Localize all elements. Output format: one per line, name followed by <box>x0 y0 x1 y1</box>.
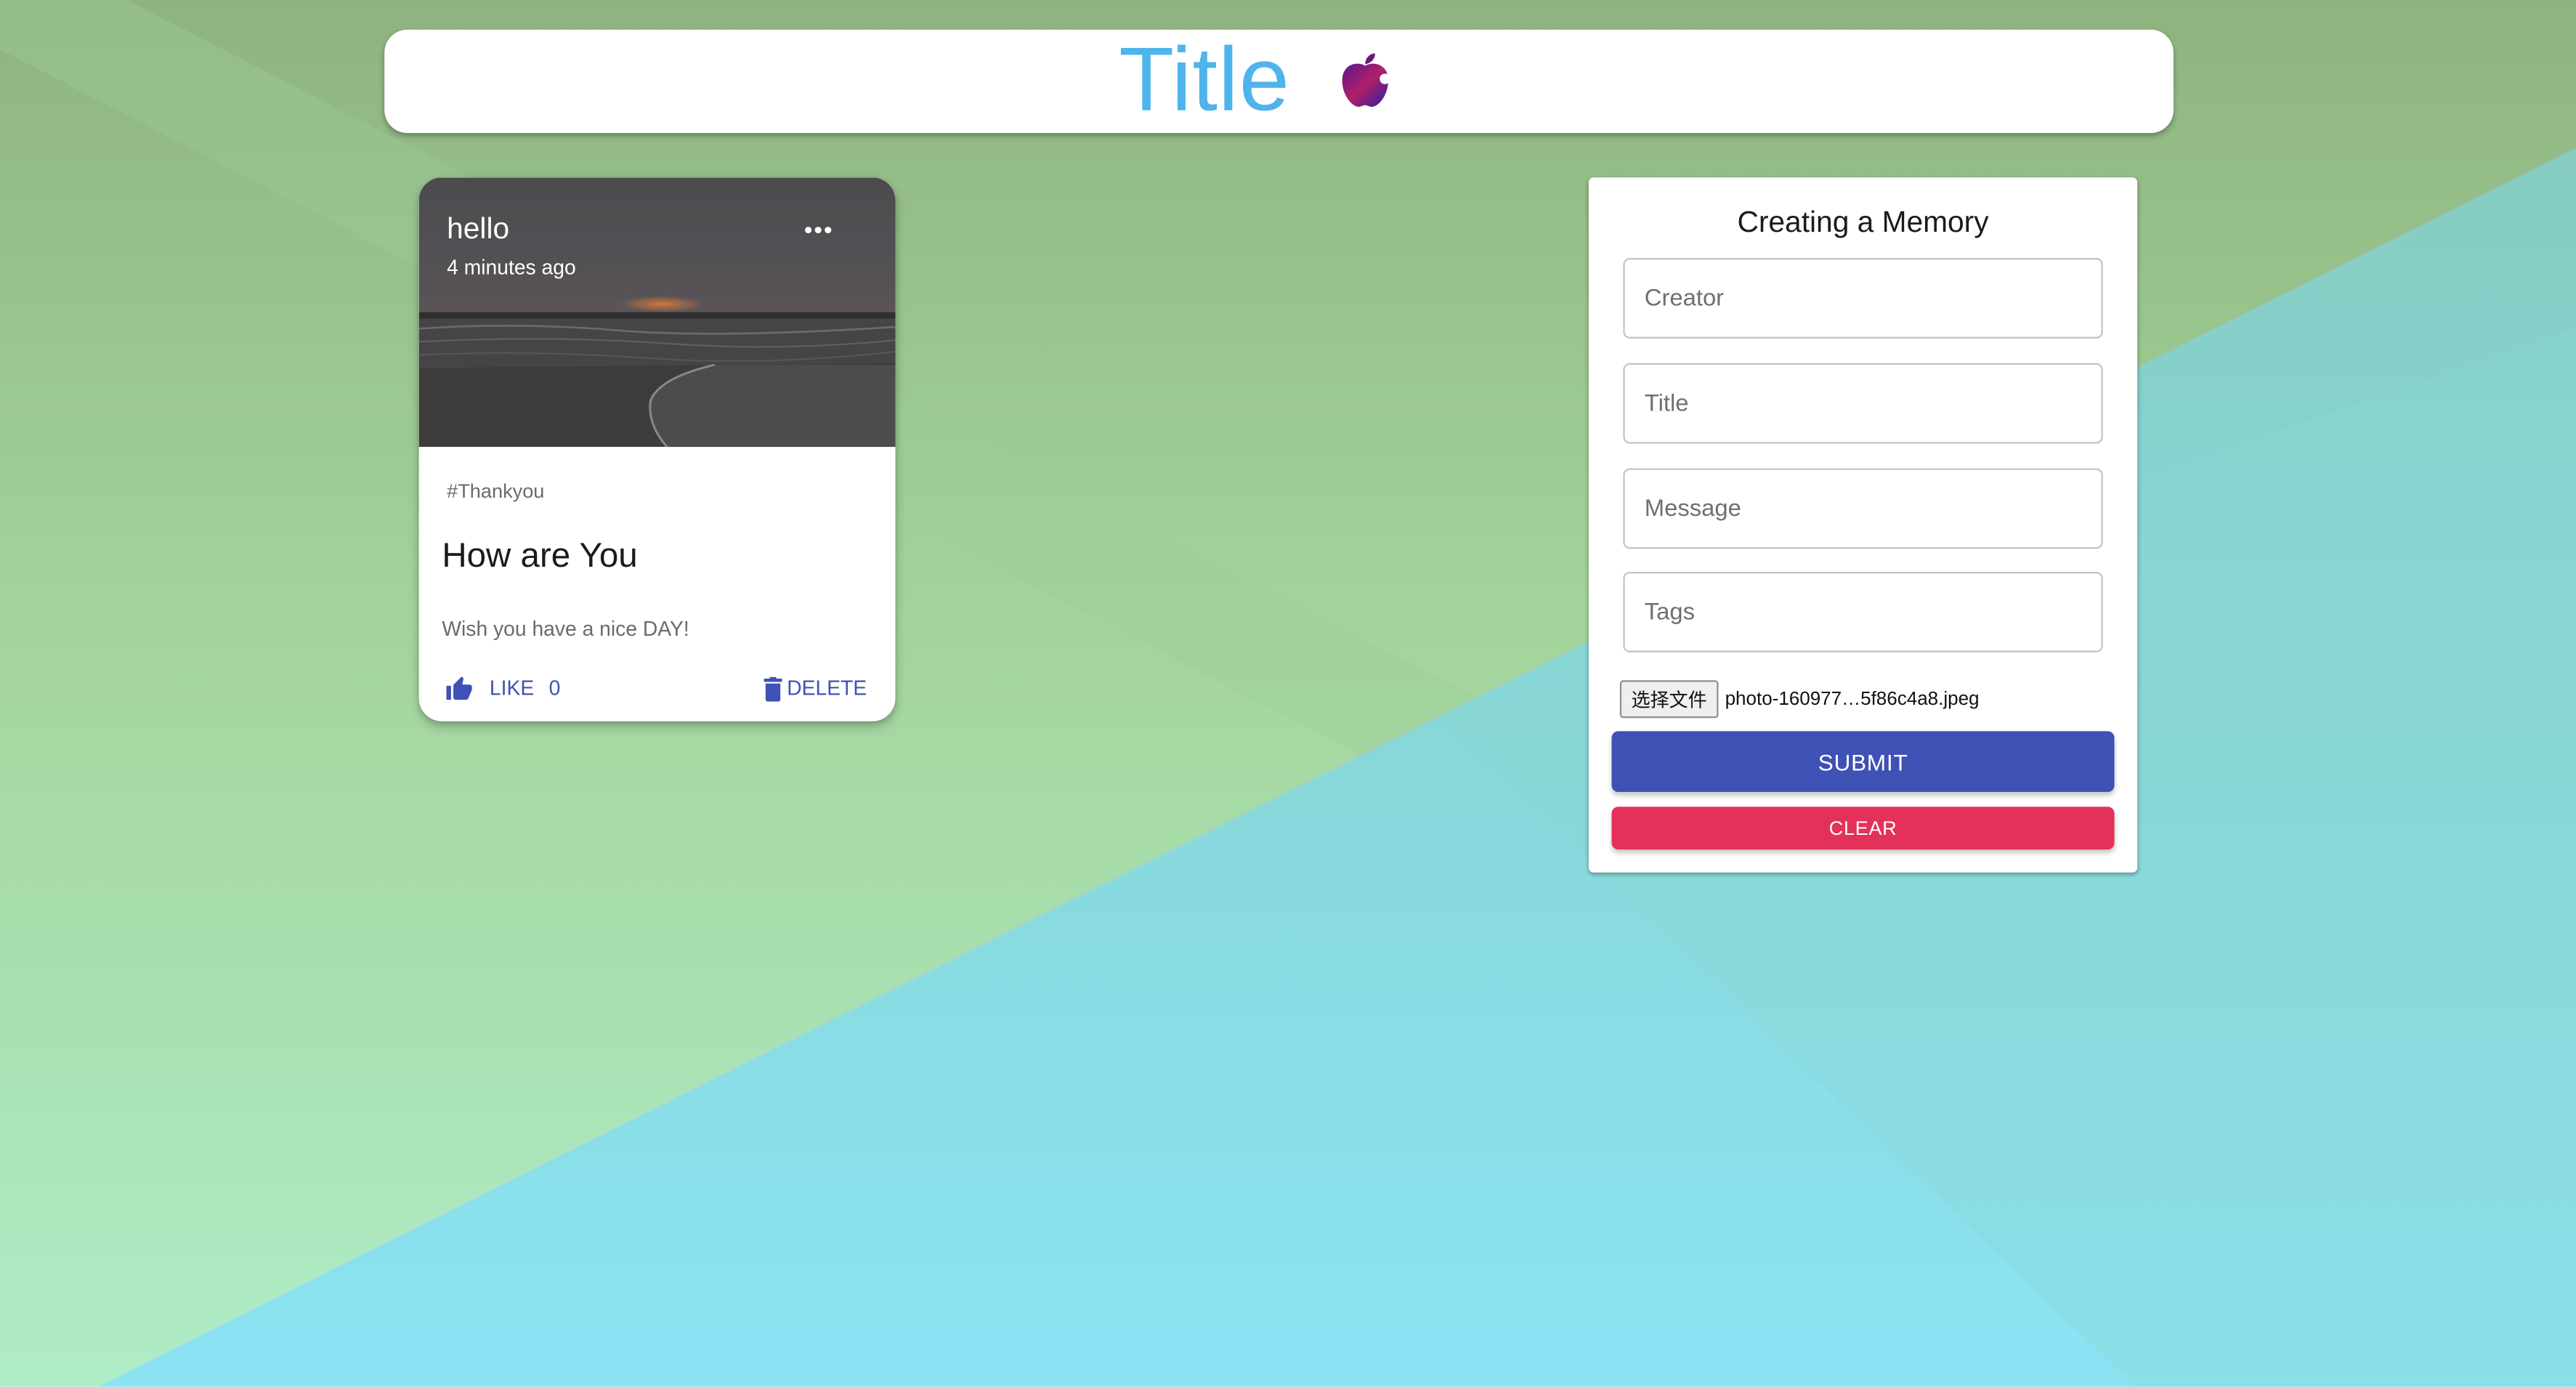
page-background <box>0 0 2576 1387</box>
more-horiz-icon[interactable] <box>797 214 840 243</box>
trash-icon <box>764 676 782 701</box>
like-button[interactable]: LIKE 0 <box>445 672 560 705</box>
card-timestamp: 4 minutes ago <box>447 256 576 280</box>
delete-button[interactable]: DELETE <box>764 672 867 705</box>
clear-button[interactable]: CLEAR <box>1611 806 2115 850</box>
form-heading: Creating a Memory <box>1737 205 1989 238</box>
card-creator: hello <box>447 211 510 245</box>
submit-button[interactable]: SUBMIT <box>1611 731 2115 793</box>
app-title: Title <box>1119 28 1291 130</box>
memory-card: hello 4 minutes ago #Thankyou How are Yo… <box>418 177 896 721</box>
card-title: How are You <box>442 537 638 575</box>
message-field-frame <box>1623 468 2103 549</box>
delete-label: DELETE <box>787 676 867 700</box>
thumb-up-icon <box>446 675 472 699</box>
selected-file-name: photo-160977…5f86c4a8.jpeg <box>1725 689 1980 709</box>
app-root: Title hello 4 minutes ago #Thankyou How … <box>0 0 2576 1387</box>
creator-input[interactable] <box>1624 259 2102 337</box>
card-tags: #Thankyou <box>447 480 545 504</box>
choose-file-button[interactable]: 选择文件 <box>1619 680 1719 719</box>
creator-field-frame <box>1623 258 2103 339</box>
apple-logo-icon <box>1342 53 1390 107</box>
like-count: 0 <box>548 676 561 700</box>
like-label: LIKE <box>489 676 535 700</box>
memory-form: Creating a Memory 选择文件 photo-160977…5f86… <box>1588 177 2138 873</box>
tags-field-frame <box>1623 572 2103 652</box>
message-input[interactable] <box>1624 469 2102 548</box>
title-input[interactable] <box>1624 365 2102 442</box>
title-field-frame <box>1623 363 2103 444</box>
tags-input[interactable] <box>1624 573 2102 651</box>
file-picker: 选择文件 photo-160977…5f86c4a8.jpeg <box>1619 680 1980 719</box>
card-message: Wish you have a nice DAY! <box>442 618 689 641</box>
